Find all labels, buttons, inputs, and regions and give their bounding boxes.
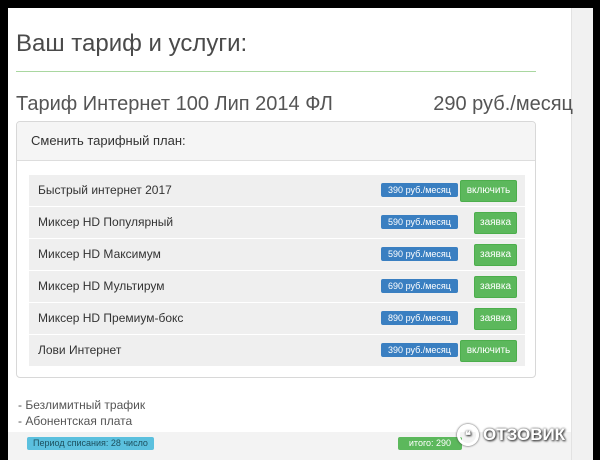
plan-name: Миксер HD Премиум-бокс — [38, 311, 184, 325]
features-list: - Безлимитный трафик - Абонентская плата — [18, 397, 145, 429]
price-badge: 590 руб./месяц — [381, 247, 458, 261]
feature-item: - Безлимитный трафик — [18, 398, 146, 412]
current-tariff-price: 290 руб./месяц — [433, 93, 573, 115]
plan-name: Миксер HD Максимум — [38, 247, 161, 261]
plan-row: Миксер HD Максимум 590 руб./месяц заявка — [29, 239, 525, 270]
price-badge: 890 руб./месяц — [381, 311, 458, 325]
request-button[interactable]: заявка — [474, 244, 517, 266]
request-button[interactable]: заявка — [474, 276, 517, 298]
page-title: Ваш тариф и услуги: — [16, 30, 248, 57]
price-badge: 390 руб./месяц — [381, 183, 458, 197]
watermark-text: ОТЗОВИК — [483, 425, 566, 444]
scrollbar[interactable] — [571, 8, 593, 460]
plan-name: Лови Интернет — [38, 343, 122, 357]
panel-header: Сменить тарифный план: — [17, 122, 535, 161]
plan-row: Быстрый интернет 2017 390 руб./месяц вкл… — [29, 175, 525, 206]
billing-period-badge: Период списания: 28 число — [27, 437, 154, 450]
plan-row: Миксер HD Популярный 590 руб./месяц заяв… — [29, 207, 525, 238]
current-tariff-name: Тариф Интернет 100 Лип 2014 ФЛ — [16, 93, 333, 115]
total-badge: итого: 290 — [398, 437, 462, 450]
plan-row: Миксер HD Мультирум 690 руб./месяц заявк… — [29, 271, 525, 302]
plan-row: Лови Интернет 390 руб./месяц включить — [29, 335, 525, 366]
plan-name: Миксер HD Популярный — [38, 215, 174, 229]
feature-item: - Абонентская плата — [18, 414, 133, 428]
plan-row: Миксер HD Премиум-бокс 890 руб./месяц за… — [29, 303, 525, 334]
request-button[interactable]: заявка — [474, 308, 517, 330]
plan-name: Быстрый интернет 2017 — [38, 183, 172, 197]
price-badge: 590 руб./месяц — [381, 215, 458, 229]
change-plan-panel: Сменить тарифный план: Быстрый интернет … — [16, 121, 536, 378]
plan-name: Миксер HD Мультирум — [38, 279, 165, 293]
enable-button[interactable]: включить — [460, 340, 517, 362]
price-badge: 390 руб./месяц — [381, 343, 458, 357]
otzovik-watermark: ❝ ОТЗОВИК — [457, 424, 565, 446]
plan-list: Быстрый интернет 2017 390 руб./месяц вкл… — [29, 175, 525, 367]
quote-logo-icon: ❝ — [457, 424, 479, 446]
enable-button[interactable]: включить — [460, 180, 517, 202]
divider — [16, 71, 536, 72]
price-badge: 690 руб./месяц — [381, 279, 458, 293]
request-button[interactable]: заявка — [474, 212, 517, 234]
